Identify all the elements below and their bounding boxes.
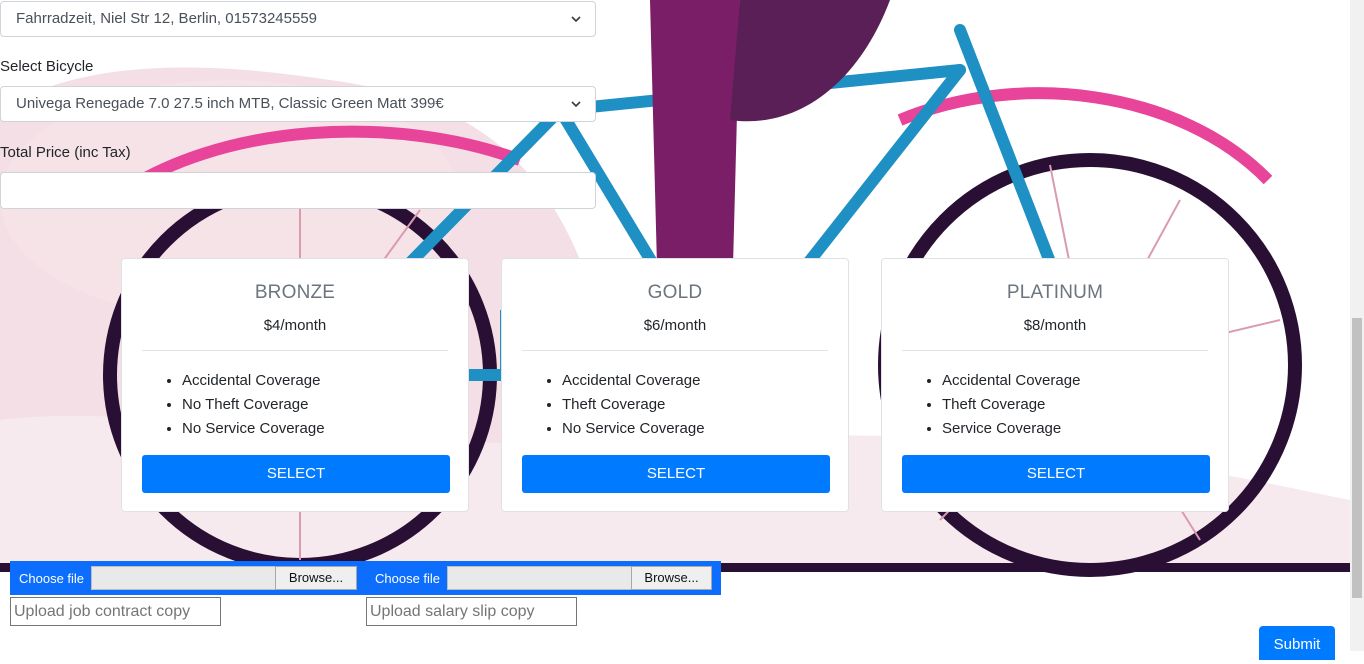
select-bronze-button[interactable]: SELECT — [142, 455, 450, 493]
plan-price: $6/month — [643, 317, 707, 334]
submit-button[interactable]: Submit — [1259, 626, 1335, 660]
plan-title: BRONZE — [254, 282, 336, 303]
divider — [142, 350, 448, 351]
chevron-down-icon — [571, 101, 581, 108]
plan-card-platinum: PLATINUM $8/month Accidental Coverage Th… — [881, 258, 1229, 512]
bicycle-select-value: Univega Renegade 7.0 27.5 inch MTB, Clas… — [16, 95, 444, 112]
feature-item: Service Coverage — [942, 417, 1080, 441]
feature-item: No Service Coverage — [182, 417, 325, 441]
salary-slip-file-input[interactable]: Choose file Browse... — [366, 561, 721, 595]
feature-item: Accidental Coverage — [562, 369, 705, 393]
shop-select-value: Fahrradzeit, Niel Str 12, Berlin, 015732… — [16, 10, 318, 27]
plan-title: PLATINUM — [1006, 282, 1104, 303]
job-contract-file-input[interactable]: Choose file Browse... — [10, 561, 366, 595]
divider — [902, 350, 1208, 351]
choose-file-label: Choose file — [375, 571, 441, 586]
total-price-input[interactable] — [0, 172, 596, 209]
feature-item: Accidental Coverage — [182, 369, 325, 393]
page-scrollbar[interactable] — [1350, 0, 1364, 651]
feature-list: Accidental Coverage Theft Coverage Servi… — [926, 369, 1080, 441]
divider — [522, 350, 828, 351]
plan-price: $8/month — [1023, 317, 1087, 334]
feature-item: Accidental Coverage — [942, 369, 1080, 393]
feature-item: Theft Coverage — [562, 393, 705, 417]
file-path-display — [447, 566, 632, 590]
job-contract-description-input[interactable] — [10, 597, 221, 626]
feature-list: Accidental Coverage Theft Coverage No Se… — [546, 369, 705, 441]
shop-select[interactable]: Fahrradzeit, Niel Str 12, Berlin, 015732… — [0, 1, 596, 37]
feature-item: Theft Coverage — [942, 393, 1080, 417]
scrollbar-thumb[interactable] — [1352, 318, 1362, 598]
plan-title: GOLD — [647, 282, 703, 303]
select-gold-button[interactable]: SELECT — [522, 455, 830, 493]
salary-slip-description-input[interactable] — [366, 597, 577, 626]
file-path-display — [91, 566, 276, 590]
browse-button[interactable]: Browse... — [275, 566, 357, 590]
feature-item: No Service Coverage — [562, 417, 705, 441]
chevron-down-icon — [571, 16, 581, 23]
plan-price: $4/month — [263, 317, 327, 334]
total-price-label: Total Price (inc Tax) — [0, 144, 131, 161]
plan-card-bronze: BRONZE $4/month Accidental Coverage No T… — [121, 258, 469, 512]
feature-item: No Theft Coverage — [182, 393, 325, 417]
choose-file-label: Choose file — [19, 571, 85, 586]
bicycle-select[interactable]: Univega Renegade 7.0 27.5 inch MTB, Clas… — [0, 86, 596, 122]
feature-list: Accidental Coverage No Theft Coverage No… — [166, 369, 325, 441]
plan-card-gold: GOLD $6/month Accidental Coverage Theft … — [501, 258, 849, 512]
bicycle-label: Select Bicycle — [0, 58, 94, 75]
select-platinum-button[interactable]: SELECT — [902, 455, 1210, 493]
browse-button[interactable]: Browse... — [631, 566, 712, 590]
